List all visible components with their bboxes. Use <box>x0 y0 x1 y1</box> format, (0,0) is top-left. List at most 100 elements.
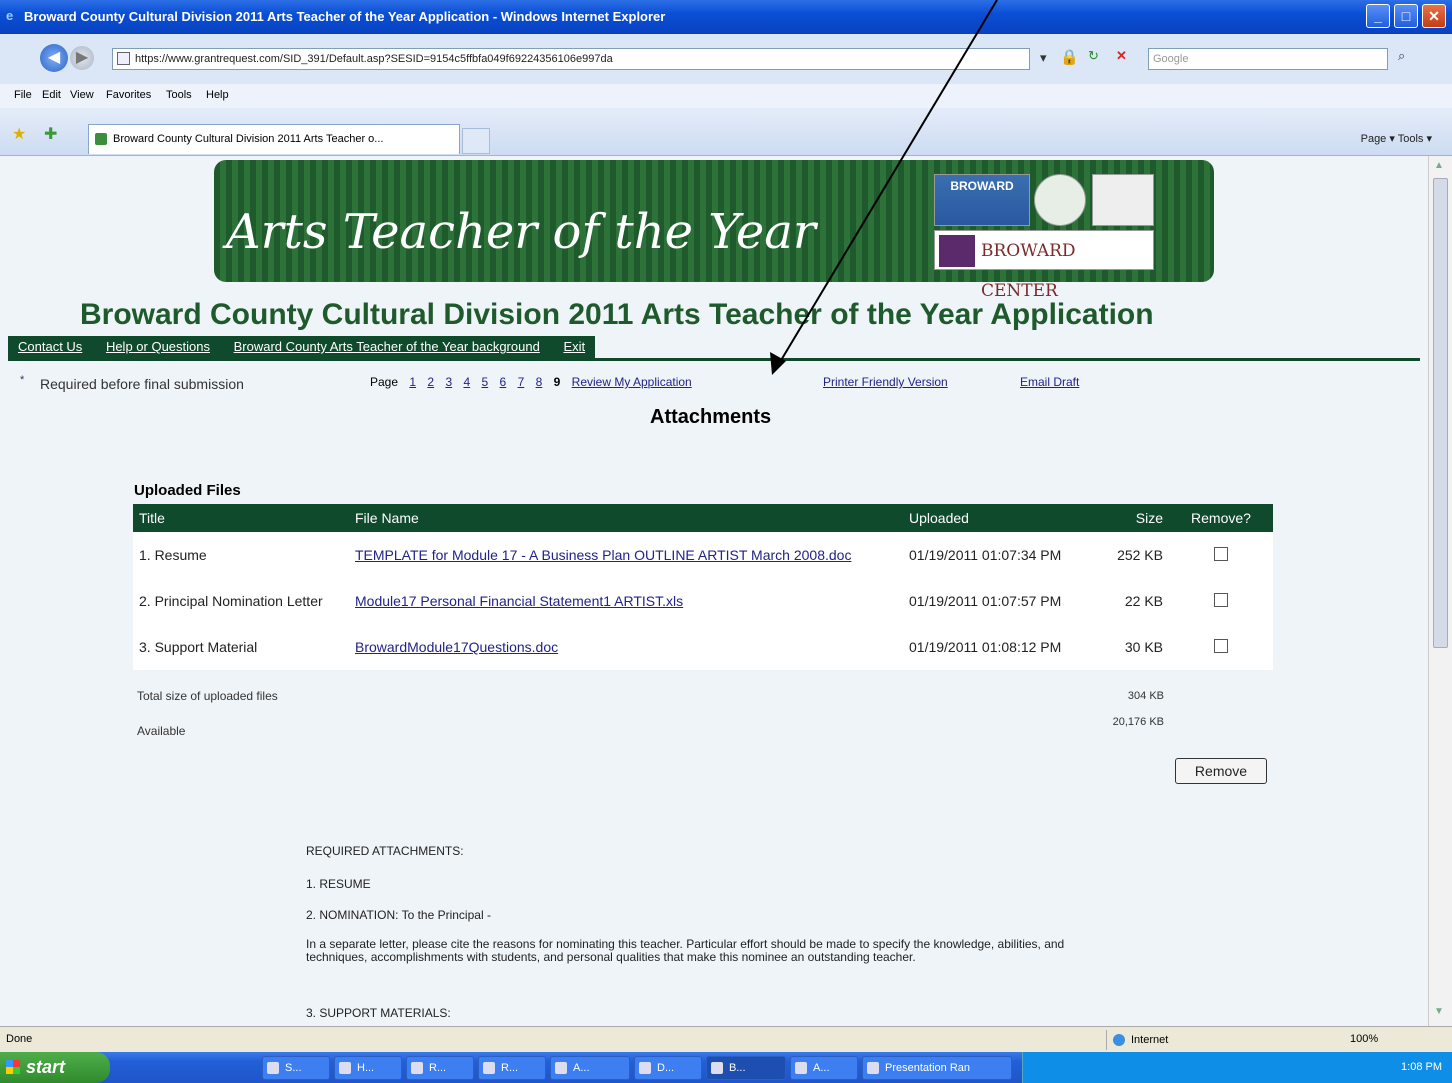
command-bar[interactable]: Page ▾ Tools ▾ <box>1361 132 1432 145</box>
col-file-name: File Name <box>349 504 903 532</box>
app-icon <box>555 1062 567 1074</box>
remove-button[interactable]: Remove <box>1175 758 1267 784</box>
taskbar-button[interactable]: B... <box>706 1056 786 1080</box>
new-tab-button[interactable] <box>462 128 490 154</box>
cultural-council-logo <box>1092 174 1154 226</box>
tab-current[interactable]: Broward County Cultural Division 2011 Ar… <box>88 124 460 154</box>
row-size: 252 KB <box>1099 532 1169 578</box>
taskbar-button[interactable]: S... <box>262 1056 330 1080</box>
taskbar-button[interactable]: R... <box>478 1056 546 1080</box>
page-link-5[interactable]: 5 <box>482 375 489 389</box>
taskbar-button[interactable]: Presentation Ran <box>862 1056 1012 1080</box>
clock: 1:08 PM <box>1401 1061 1442 1073</box>
page-link-1[interactable]: 1 <box>409 375 416 389</box>
required-star: * <box>20 374 25 386</box>
menu-bar: File Edit View Favorites Tools Help <box>0 84 1452 108</box>
scroll-down-icon[interactable]: ▼ <box>1434 1006 1444 1017</box>
app-icon <box>639 1062 651 1074</box>
close-button[interactable]: ✕ <box>1422 4 1446 28</box>
review-application-link[interactable]: Review My Application <box>572 375 692 389</box>
page-link-2[interactable]: 2 <box>427 375 434 389</box>
windows-flag-icon <box>6 1060 20 1074</box>
menu-view[interactable]: View <box>70 89 94 101</box>
app-icon <box>867 1062 879 1074</box>
start-button[interactable]: start <box>0 1052 110 1083</box>
tab-row: ★ ✚ Broward County Cultural Division 201… <box>0 108 1452 156</box>
taskbar-button[interactable]: A... <box>550 1056 630 1080</box>
taskbar-button[interactable]: A... <box>790 1056 858 1080</box>
menu-favorites[interactable]: Favorites <box>106 89 151 101</box>
total-size-label: Total size of uploaded files <box>137 689 278 703</box>
banner: Arts Teacher of the Year BROWARD BROWARD… <box>214 160 1214 301</box>
globe-icon <box>1113 1034 1125 1046</box>
page-link-6[interactable]: 6 <box>500 375 507 389</box>
menu-edit[interactable]: Edit <box>42 89 61 101</box>
lock-icon[interactable]: 🔒 <box>1060 48 1079 66</box>
menu-help[interactable]: Help <box>206 89 229 101</box>
row-uploaded: 01/19/2011 01:07:57 PM <box>903 578 1099 624</box>
stop-icon[interactable]: ✕ <box>1116 48 1127 64</box>
start-label: start <box>26 1057 66 1077</box>
status-text: Done <box>6 1033 33 1045</box>
zone-text: Internet <box>1131 1034 1169 1046</box>
broward-center-text: BROWARD CENTER <box>981 241 1076 301</box>
table-row: 2. Principal Nomination Letter Module17 … <box>133 578 1273 624</box>
taskbar-button[interactable]: H... <box>334 1056 402 1080</box>
menu-file[interactable]: File <box>14 89 32 101</box>
row-title: 3. Support Material <box>133 624 349 670</box>
add-favorite-icon[interactable]: ✚ <box>44 124 57 144</box>
required-note-text: Required before final submission <box>40 376 244 392</box>
file-link[interactable]: Module17 Personal Financial Statement1 A… <box>355 593 683 609</box>
dropdown-arrow-icon[interactable]: ▾ <box>1040 50 1047 66</box>
app-icon <box>795 1062 807 1074</box>
search-icon[interactable]: ⌕ <box>1398 48 1405 64</box>
row-uploaded: 01/19/2011 01:08:12 PM <box>903 624 1099 670</box>
page-link-3[interactable]: 3 <box>445 375 452 389</box>
forward-button[interactable]: ▶ <box>70 46 94 70</box>
address-field[interactable]: https://www.grantrequest.com/SID_391/Def… <box>112 48 1030 70</box>
remove-checkbox[interactable] <box>1214 592 1228 607</box>
remove-checkbox[interactable] <box>1214 546 1228 561</box>
col-size: Size <box>1099 504 1169 532</box>
maximize-button[interactable]: □ <box>1394 4 1418 28</box>
minimize-button[interactable]: _ <box>1366 4 1390 28</box>
banner-title: Arts Teacher of the Year <box>226 204 816 260</box>
app-icon <box>339 1062 351 1074</box>
window-title-bar: e Broward County Cultural Division 2011 … <box>0 0 1452 34</box>
file-link[interactable]: BrowardModule17Questions.doc <box>355 639 558 655</box>
page-content: Arts Teacher of the Year BROWARD BROWARD… <box>0 156 1428 1026</box>
email-draft-link[interactable]: Email Draft <box>1020 375 1079 389</box>
row-size: 30 KB <box>1099 624 1169 670</box>
favorites-star-icon[interactable]: ★ <box>12 124 26 144</box>
nav-background[interactable]: Broward County Arts Teacher of the Year … <box>234 339 540 354</box>
refresh-icon[interactable]: ↻ <box>1088 48 1099 64</box>
menu-tools[interactable]: Tools <box>166 89 192 101</box>
scrollbar-thumb[interactable] <box>1433 178 1448 648</box>
nav-contact-us[interactable]: Contact Us <box>18 339 82 354</box>
page-link-4[interactable]: 4 <box>463 375 470 389</box>
file-link[interactable]: TEMPLATE for Module 17 - A Business Plan… <box>355 547 851 563</box>
printer-friendly-link[interactable]: Printer Friendly Version <box>823 375 948 389</box>
page-link-7[interactable]: 7 <box>518 375 525 389</box>
nav-exit[interactable]: Exit <box>563 339 585 354</box>
page-current: 9 <box>553 375 561 389</box>
sponsor-logos: BROWARD BROWARD CENTER <box>934 174 1154 301</box>
pager-label: Page <box>370 375 399 389</box>
vertical-scrollbar[interactable]: ▲ ▼ <box>1428 156 1452 1026</box>
zoom-level[interactable]: 100% <box>1350 1033 1378 1045</box>
page-link-8[interactable]: 8 <box>536 375 543 389</box>
uploaded-files-heading: Uploaded Files <box>134 482 241 499</box>
taskbar-button[interactable]: D... <box>634 1056 702 1080</box>
back-button[interactable]: ◀ <box>40 44 68 72</box>
app-icon <box>711 1062 723 1074</box>
remove-checkbox[interactable] <box>1214 638 1228 653</box>
instruction-item-2: 2. NOMINATION: To the Principal - <box>306 908 491 922</box>
row-uploaded: 01/19/2011 01:07:34 PM <box>903 532 1099 578</box>
page-title: Broward County Cultural Division 2011 Ar… <box>80 298 1154 331</box>
taskbar-button[interactable]: R... <box>406 1056 474 1080</box>
search-input[interactable]: Google <box>1148 48 1388 70</box>
nav-help[interactable]: Help or Questions <box>106 339 210 354</box>
pager: Page 1 2 3 4 5 6 7 8 9 Review My Applica… <box>370 375 700 389</box>
scroll-up-icon[interactable]: ▲ <box>1434 160 1444 171</box>
address-bar-row: ◀ ▶ https://www.grantrequest.com/SID_391… <box>0 34 1452 84</box>
